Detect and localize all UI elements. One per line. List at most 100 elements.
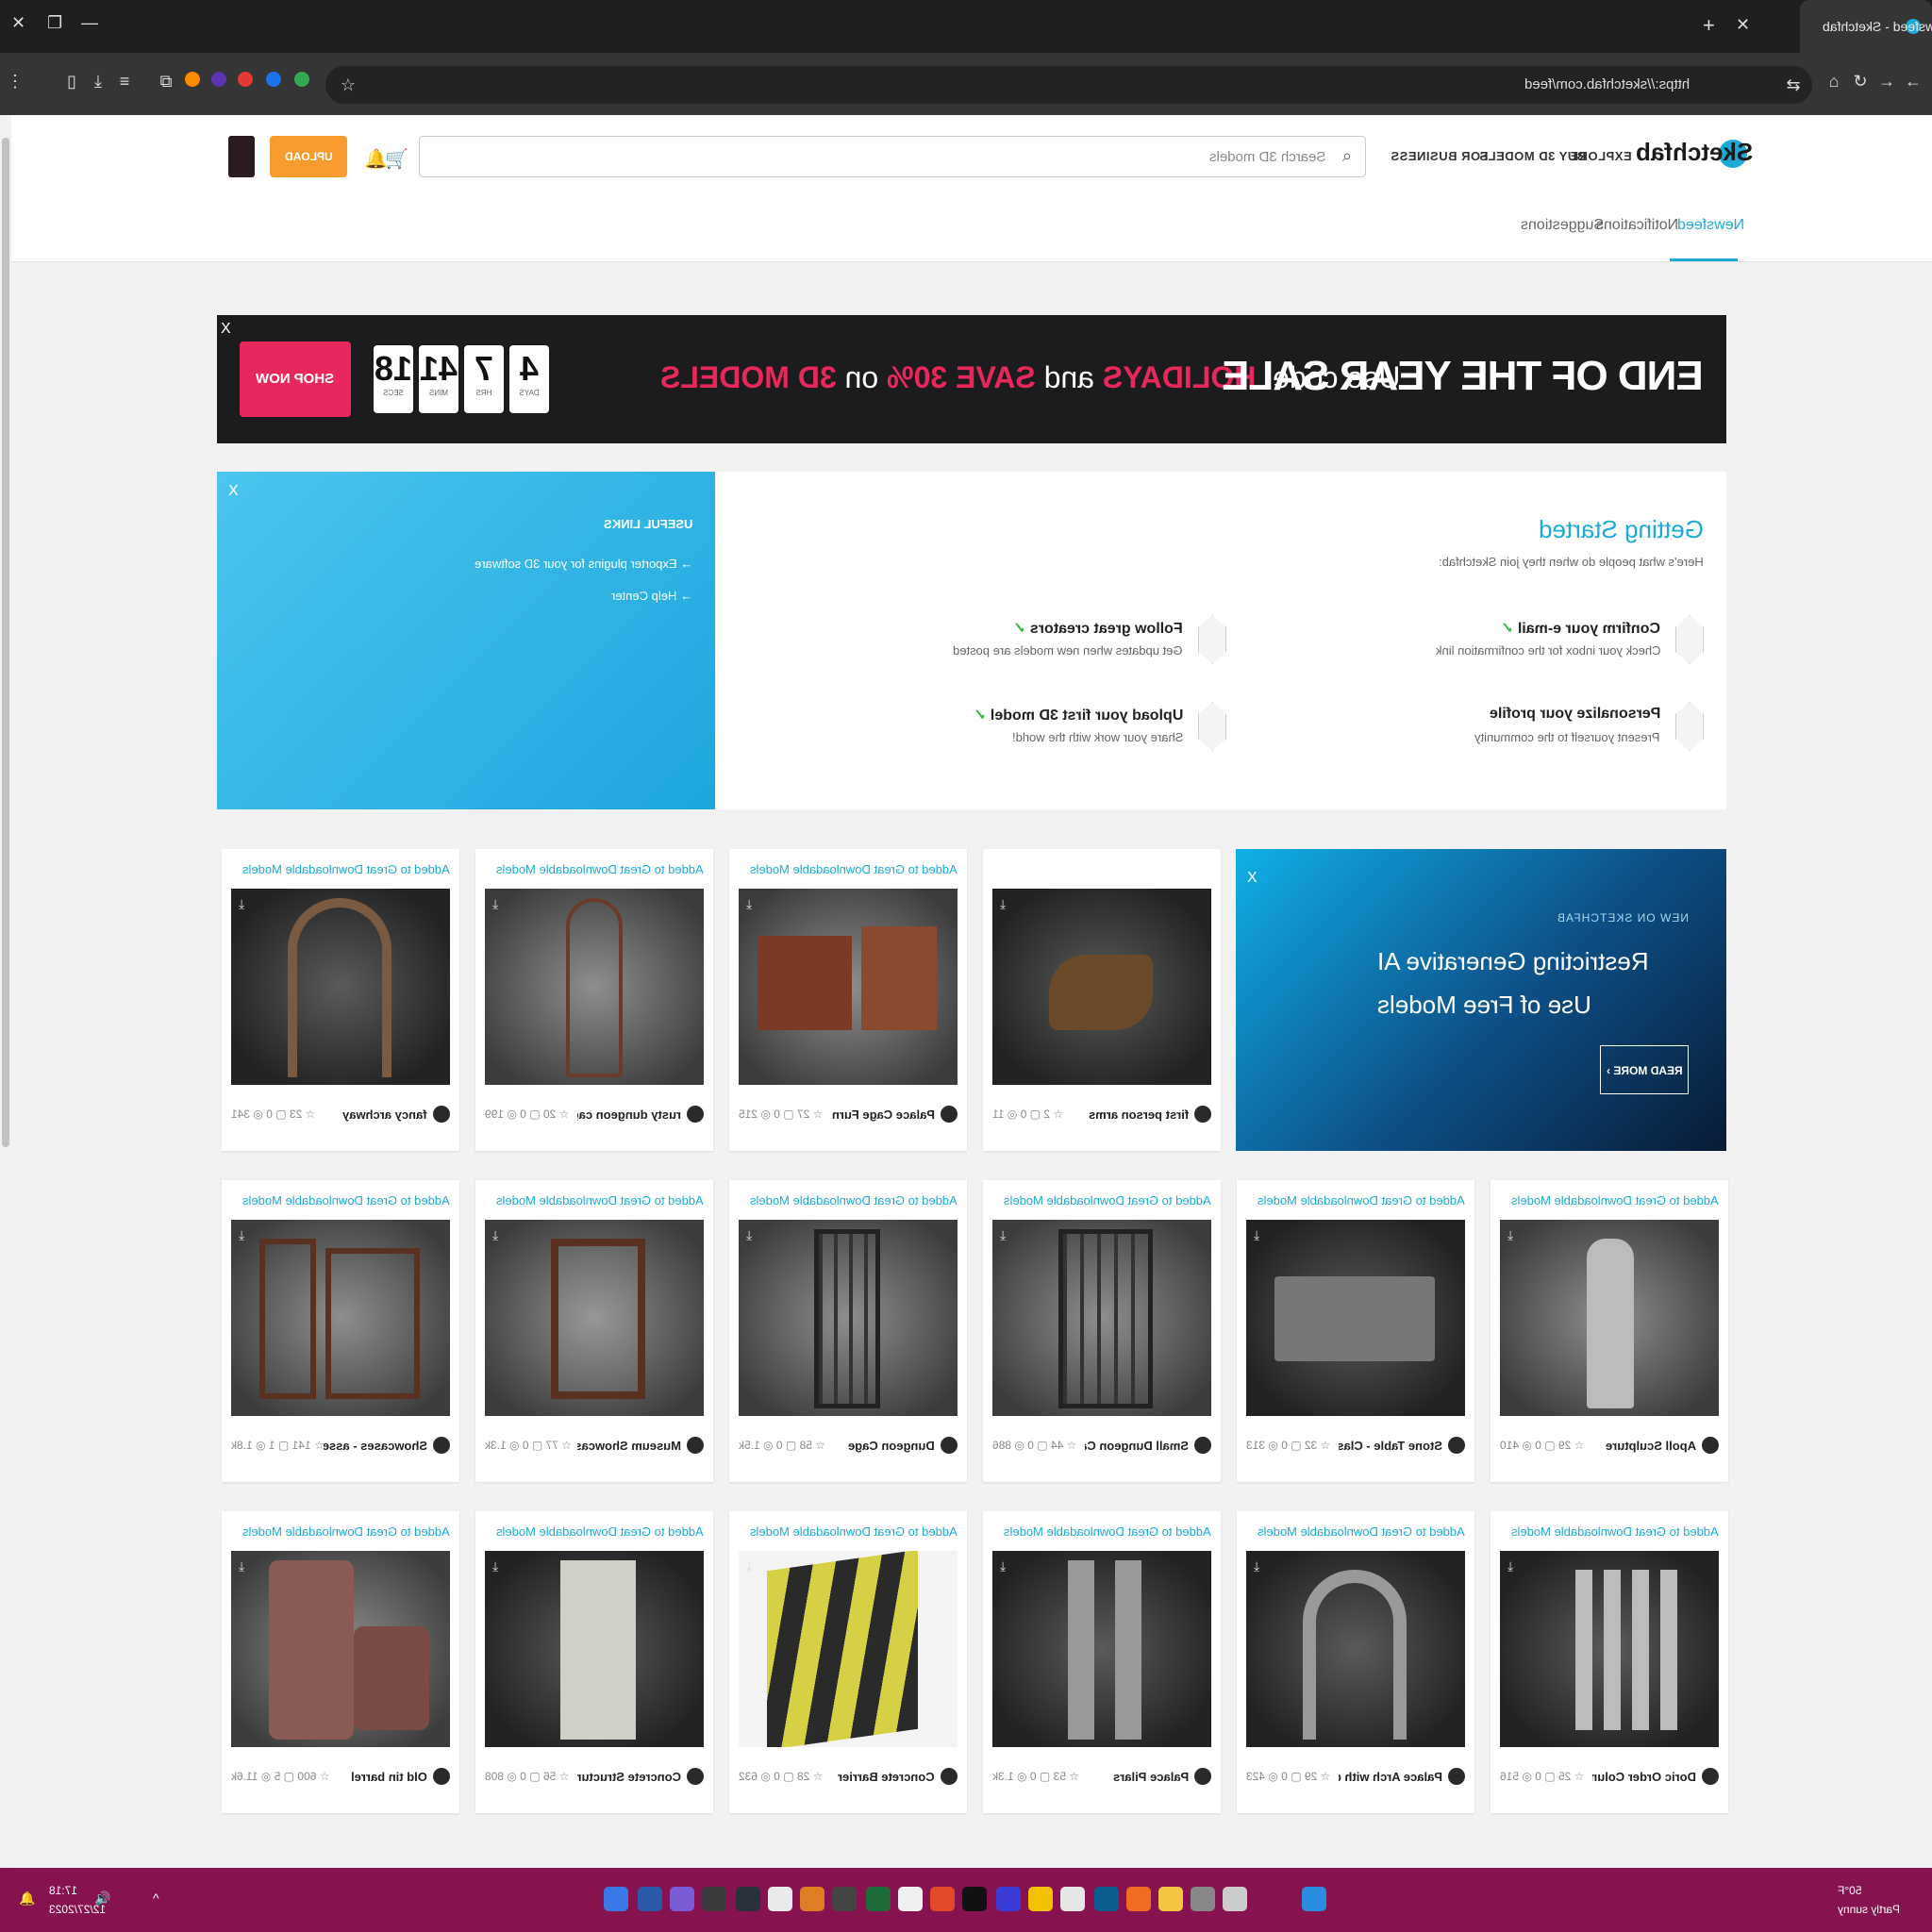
link-help-center[interactable]: → Help Center (611, 589, 692, 603)
model-thumbnail[interactable]: ⤓ (739, 889, 958, 1085)
weather-widget[interactable]: 50°F Partly sunny (1838, 1881, 1900, 1919)
model-title[interactable]: Showcases - asset p... (324, 1439, 427, 1453)
model-title[interactable]: Concrete Structure (577, 1770, 681, 1784)
download-icon[interactable]: ⤓ (1000, 1227, 1006, 1243)
model-title[interactable]: Apoll Sculpture (1606, 1439, 1696, 1453)
step-confirm-email[interactable]: Confirm your e-mail ✓ Check your inbox f… (1307, 615, 1704, 672)
author-avatar[interactable] (941, 1106, 958, 1123)
tab-suggestions[interactable]: Suggestions (1521, 217, 1604, 234)
bookmark-star-icon[interactable]: ☆ (339, 75, 358, 94)
model-title[interactable]: Museum Showcase - ... (577, 1439, 681, 1453)
added-to-collection[interactable]: Added to Great Downloadable Models (1511, 1524, 1719, 1539)
tab-notifications[interactable]: Notifications (1596, 217, 1678, 234)
downloads-icon[interactable]: ⤓ (89, 72, 108, 91)
model-card[interactable]: Added to Great Downloadable Models ⤓ Old t… (222, 1511, 459, 1813)
extension-icon[interactable] (238, 72, 253, 87)
model-card[interactable]: Added to Great Downloadable Models ⤓ Palac… (1237, 1511, 1474, 1813)
model-card[interactable]: Added to Great Downloadable Models ⤓ Palac… (729, 849, 967, 1151)
model-thumbnail[interactable]: ⤓ (992, 889, 1211, 1085)
nav-for-business[interactable]: FOR BUSINESS (1391, 149, 1489, 163)
model-card[interactable]: Added to Great Downloadable Models ⤓ Museu… (475, 1180, 713, 1482)
nav-buy-3d-models[interactable]: BUY 3D MODELS (1479, 149, 1586, 163)
step-personalize-profile[interactable]: Personalize your profile Present yoursel… (1307, 702, 1704, 758)
app-icon[interactable] (702, 1887, 726, 1911)
model-thumbnail[interactable]: ⤓ (231, 1220, 450, 1416)
app-icon[interactable] (638, 1887, 662, 1911)
author-avatar[interactable] (1448, 1768, 1465, 1785)
added-to-collection[interactable]: Added to Great Downloadable Models (242, 1524, 450, 1539)
side-panel-icon[interactable]: ▯ (62, 72, 81, 91)
extensions-puzzle-icon[interactable]: ⧉ (157, 72, 175, 91)
model-title[interactable]: Palace Arch with deco... (1339, 1770, 1442, 1784)
shop-now-button[interactable]: SHOP NOW (240, 341, 351, 417)
address-bar[interactable]: https://sketchfab.com/feed ⇆ ☆ (325, 66, 1812, 104)
tab-sketchfab[interactable]: Newsfeed - Sketchfab (1800, 0, 1932, 53)
notification-icon[interactable]: 🔔 (19, 1890, 35, 1907)
close-announcement-icon[interactable]: X (1247, 870, 1257, 887)
app-icon[interactable] (832, 1887, 857, 1911)
extension-icon[interactable] (266, 72, 281, 87)
close-banner-icon[interactable]: X (221, 321, 231, 338)
announcement-card[interactable]: X NEW ON SKETCHFAB Restricting Generativ… (1236, 849, 1726, 1151)
author-avatar[interactable] (941, 1437, 958, 1454)
menu-icon[interactable]: ⋮ (6, 72, 25, 91)
model-thumbnail[interactable]: ⤓ (485, 1551, 704, 1747)
model-title[interactable]: Old tin barrel (351, 1770, 427, 1784)
model-title[interactable]: rusty dungeon cage (577, 1108, 681, 1122)
author-avatar[interactable] (1702, 1768, 1719, 1785)
download-icon[interactable]: ⤓ (746, 1558, 752, 1574)
download-icon[interactable]: ⤓ (492, 896, 498, 912)
site-logo[interactable]: Sketchfab (1636, 138, 1753, 167)
app-icon[interactable] (800, 1887, 824, 1911)
author-avatar[interactable] (941, 1768, 958, 1785)
author-avatar[interactable] (1448, 1437, 1465, 1454)
author-avatar[interactable] (1194, 1768, 1211, 1785)
model-card[interactable]: Added to Great Downloadable Models ⤓ Concr… (475, 1511, 713, 1813)
download-icon[interactable]: ⤓ (492, 1558, 498, 1574)
author-avatar[interactable] (687, 1768, 704, 1785)
added-to-collection[interactable]: Added to Great Downloadable Models (242, 1193, 450, 1208)
notification-bell-icon[interactable]: 🔔 (364, 147, 388, 171)
download-icon[interactable]: ⤓ (1000, 1558, 1006, 1574)
minimize-window-icon[interactable]: — (81, 13, 98, 33)
app-icon[interactable] (996, 1887, 1021, 1911)
model-thumbnail[interactable]: ⤓ (485, 889, 704, 1085)
model-card[interactable]: Added to Great Downloadable Models ⤓ Palac… (983, 1511, 1221, 1813)
download-icon[interactable]: ⤓ (1254, 1227, 1259, 1243)
model-thumbnail[interactable]: ⤓ (1500, 1220, 1719, 1416)
tab-newsfeed[interactable]: Newsfeed (1677, 217, 1744, 234)
model-title[interactable]: Concrete Barrier (838, 1770, 935, 1784)
model-thumbnail[interactable]: ⤓ (231, 1551, 450, 1747)
tab-close-icon[interactable]: ✕ (1736, 15, 1750, 35)
file-explorer-icon[interactable] (1158, 1887, 1183, 1911)
added-to-collection[interactable]: Added to Great Downloadable Models (496, 1524, 704, 1539)
extension-icon[interactable] (211, 72, 226, 87)
steam-icon[interactable] (1094, 1887, 1119, 1911)
media-controls-icon[interactable]: ≡ (115, 72, 134, 91)
author-avatar[interactable] (433, 1437, 450, 1454)
chrome-icon[interactable] (1028, 1887, 1053, 1911)
url-text[interactable]: https://sketchfab.com/feed (1524, 76, 1690, 92)
step-upload-model[interactable]: Upload your first 3D model ✓ Share your … (830, 702, 1226, 758)
model-card[interactable]: Added to Great Downloadable Models ⤓ rusty… (475, 849, 713, 1151)
search-icon[interactable] (1223, 1887, 1247, 1911)
volume-icon[interactable]: 🔊 (94, 1890, 110, 1907)
author-avatar[interactable] (1194, 1437, 1211, 1454)
model-title[interactable]: fancy archway (342, 1108, 427, 1122)
download-icon[interactable]: ⤓ (239, 1227, 244, 1243)
download-icon[interactable]: ⤓ (746, 896, 752, 912)
added-to-collection[interactable]: Added to Great Downloadable Models (750, 862, 958, 876)
model-thumbnail[interactable]: ⤓ (485, 1220, 704, 1416)
author-avatar[interactable] (433, 1768, 450, 1785)
added-to-collection[interactable]: Added to Great Downloadable Models (1004, 1193, 1211, 1208)
download-icon[interactable]: ⤓ (239, 896, 244, 912)
home-icon[interactable]: ⌂ (1824, 72, 1843, 91)
app-icon[interactable] (930, 1887, 955, 1911)
tray-chevron-icon[interactable]: ^ (153, 1890, 159, 1906)
added-to-collection[interactable]: Added to Great Downloadable Models (750, 1524, 958, 1539)
model-title[interactable]: Small Dungeon Cage (1085, 1439, 1189, 1453)
model-thumbnail[interactable]: ⤓ (1246, 1551, 1465, 1747)
avatar[interactable] (228, 136, 255, 177)
app-icon[interactable] (1191, 1887, 1215, 1911)
app-icon[interactable] (866, 1887, 891, 1911)
